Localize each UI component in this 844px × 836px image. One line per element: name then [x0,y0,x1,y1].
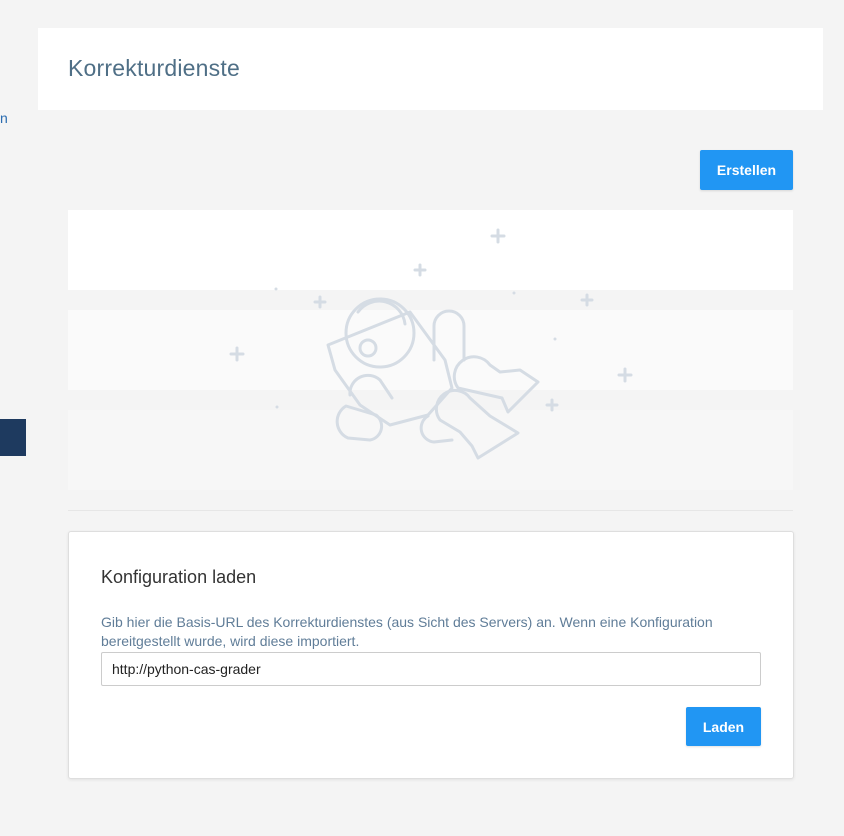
config-card-description: Gib hier die Basis-URL des Korrekturdien… [101,614,713,649]
star-icon [580,293,594,307]
star-icon [413,263,427,277]
config-card-title: Konfiguration laden [101,567,257,587]
create-button[interactable]: Erstellen [700,150,793,190]
config-card: Konfiguration laden Gib hier die Basis-U… [68,531,794,779]
page-title: Korrekturdienste [68,55,240,81]
star-icon [545,398,559,412]
divider [68,510,793,511]
star-icon [313,295,327,309]
base-url-input[interactable] [101,652,761,686]
load-button[interactable]: Laden [686,707,761,746]
sidebar-active-item[interactable] [0,419,26,456]
star-icon [490,228,506,244]
astronaut-icon [229,228,633,460]
star-icon [617,367,633,383]
star-icon [229,346,245,362]
page-header: Korrekturdienste [38,28,823,110]
sidebar-item-label[interactable]: n [0,110,8,126]
